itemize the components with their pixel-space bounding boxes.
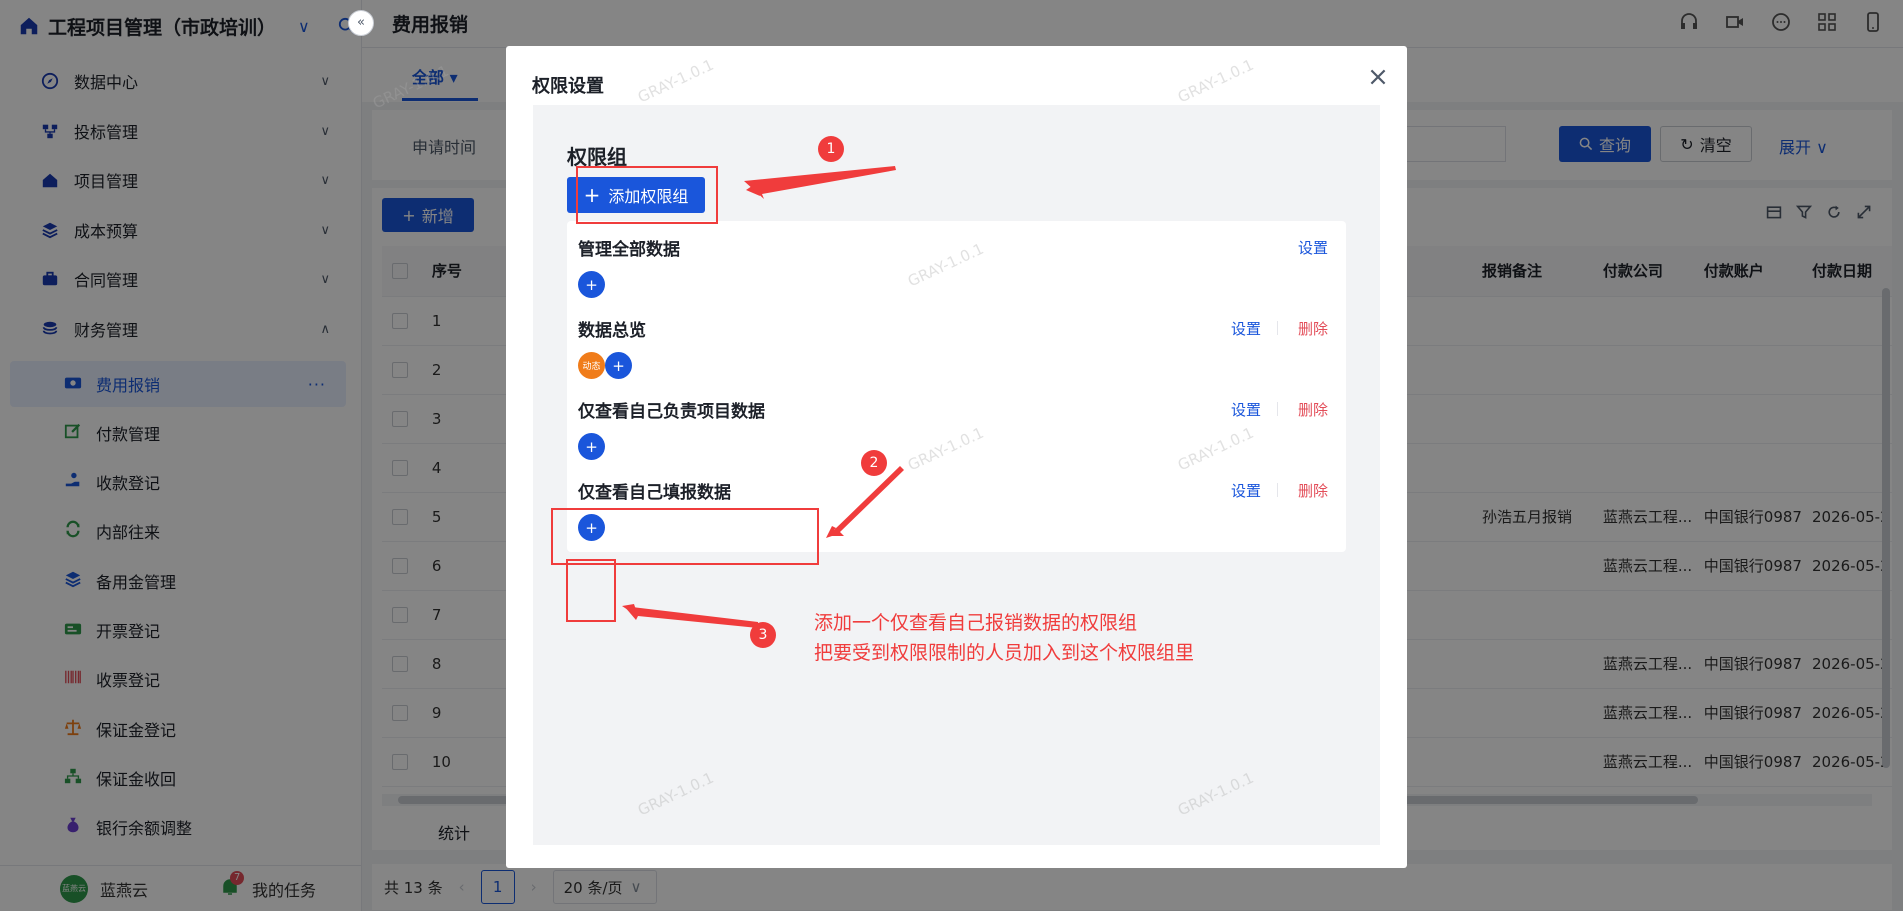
annotation-text: 添加一个仅查看自己报销数据的权限组 把要受到权限限制的人员加入到这个权限组里: [814, 608, 1194, 668]
annotation-arrows: [622, 166, 904, 628]
annotation-number: 2: [861, 450, 887, 476]
annotation-text-line: 添加一个仅查看自己报销数据的权限组: [814, 612, 1138, 634]
annotation-number: 1: [818, 136, 844, 162]
annotation-text-line: 把要受到权限限制的人员加入到这个权限组里: [814, 642, 1195, 664]
collapse-sidebar-button[interactable]: «: [348, 10, 374, 36]
annotation-number: 3: [750, 622, 776, 648]
